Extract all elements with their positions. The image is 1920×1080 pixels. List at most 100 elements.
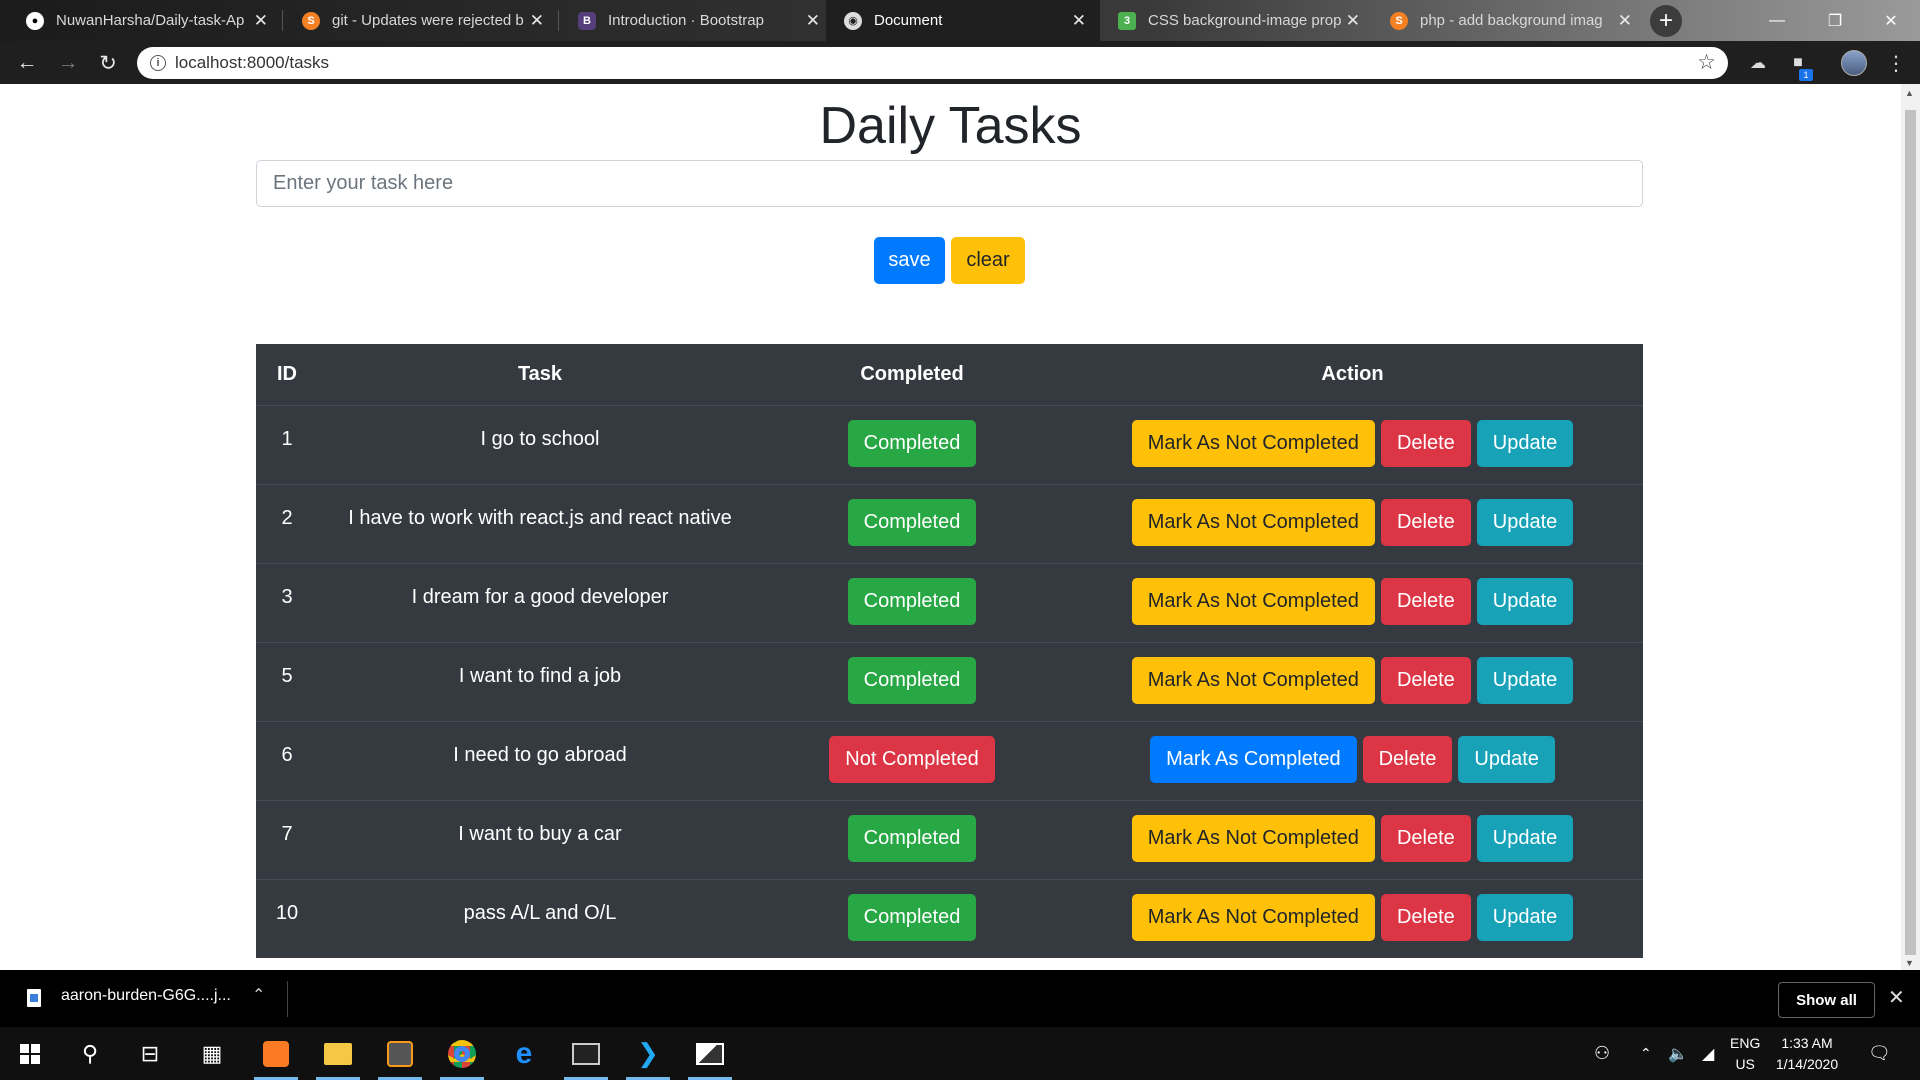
clear-button[interactable]: clear — [951, 237, 1025, 284]
delete-button[interactable]: Delete — [1380, 419, 1471, 467]
tab-title: git - Updates were rejected b — [332, 12, 524, 29]
mark-not-completed-button[interactable]: Mark As Not Completed — [1131, 419, 1375, 467]
scroll-up-icon[interactable]: ▲ — [1905, 88, 1914, 98]
status-completed-button[interactable]: Completed — [847, 893, 977, 941]
shelf-divider — [287, 981, 288, 1017]
table-row: 3 I dream for a good developer Completed… — [256, 562, 1643, 642]
sublime-text-icon[interactable] — [372, 1027, 428, 1080]
close-icon[interactable]: ✕ — [530, 11, 544, 31]
update-button[interactable]: Update — [1476, 419, 1574, 467]
window-close-button[interactable]: ✕ — [1862, 0, 1920, 41]
save-button[interactable]: save — [874, 237, 945, 284]
file-explorer-icon[interactable] — [310, 1027, 366, 1080]
new-tab-button[interactable]: + — [1650, 5, 1682, 37]
delete-button[interactable]: Delete — [1380, 893, 1471, 941]
xampp-icon[interactable] — [248, 1027, 304, 1080]
photos-icon[interactable] — [682, 1027, 738, 1080]
update-button[interactable]: Update — [1476, 893, 1574, 941]
bootstrap-icon: B — [578, 11, 596, 30]
task-id: 10 — [256, 878, 318, 958]
page-scrollbar[interactable]: ▲ ▼ — [1901, 84, 1920, 970]
show-all-button[interactable]: Show all — [1778, 982, 1875, 1018]
table-row: 5 I want to find a job Completed Mark As… — [256, 641, 1643, 721]
minimize-button[interactable]: — — [1748, 0, 1806, 41]
update-button[interactable]: Update — [1476, 814, 1574, 862]
address-bar[interactable]: i localhost:8000/tasks ☆ — [137, 47, 1728, 79]
bookmark-star-icon[interactable]: ☆ — [1697, 50, 1716, 75]
status-completed-button[interactable]: Completed — [847, 814, 977, 862]
delete-button[interactable]: Delete — [1380, 498, 1471, 546]
tab-document[interactable]: ◉ Document ✕ — [826, 0, 1100, 41]
w3schools-icon: 3 — [1118, 11, 1136, 30]
mark-not-completed-button[interactable]: Mark As Not Completed — [1131, 893, 1375, 941]
reload-icon[interactable]: ↻ — [94, 49, 122, 77]
close-icon[interactable]: ✕ — [254, 11, 268, 31]
delete-button[interactable]: Delete — [1380, 656, 1471, 704]
scrollbar-thumb[interactable] — [1905, 110, 1916, 955]
menu-kebab-icon[interactable]: ⋮ — [1884, 51, 1908, 75]
delete-button[interactable]: Delete — [1362, 735, 1453, 783]
mark-completed-button[interactable]: Mark As Completed — [1150, 735, 1357, 783]
tab-github[interactable]: ● NuwanHarsha/Daily-task-Ap ✕ — [8, 0, 282, 41]
update-button[interactable]: Update — [1476, 656, 1574, 704]
mark-not-completed-button[interactable]: Mark As Not Completed — [1131, 577, 1375, 625]
update-button[interactable]: Update — [1476, 577, 1574, 625]
task-input[interactable] — [256, 160, 1643, 207]
chevron-up-icon[interactable]: ⌃ — [1640, 1027, 1652, 1080]
close-icon[interactable]: ✕ — [1072, 11, 1086, 31]
github-icon: ● — [26, 11, 44, 30]
table-row: 7 I want to buy a car Completed Mark As … — [256, 799, 1643, 879]
volume-icon[interactable]: 🔈 — [1668, 1027, 1688, 1080]
network-icon[interactable]: ◢ — [1702, 1027, 1714, 1080]
forward-arrow-icon[interactable]: → — [54, 49, 82, 77]
system-clock[interactable]: 1:33 AM 1/14/2020 — [1772, 1033, 1842, 1075]
update-button[interactable]: Update — [1476, 498, 1574, 546]
chrome-icon[interactable] — [434, 1027, 490, 1080]
windows-start-icon[interactable] — [2, 1027, 58, 1080]
delete-button[interactable]: Delete — [1380, 814, 1471, 862]
status-completed-button[interactable]: Completed — [847, 577, 977, 625]
status-completed-button[interactable]: Completed — [847, 656, 977, 704]
table-row: 2 I have to work with react.js and react… — [256, 483, 1643, 563]
tab-stackoverflow-php[interactable]: S php - add background imag ✕ — [1372, 0, 1646, 41]
table-row: 1 I go to school Completed Mark As Not C… — [256, 404, 1643, 484]
mark-not-completed-button[interactable]: Mark As Not Completed — [1131, 814, 1375, 862]
notification-icon[interactable]: 🗨 — [1868, 1027, 1891, 1080]
delete-button[interactable]: Delete — [1380, 577, 1471, 625]
scroll-down-icon[interactable]: ▼ — [1905, 958, 1914, 968]
update-button[interactable]: Update — [1458, 735, 1555, 783]
people-icon[interactable]: ⚇ — [1594, 1027, 1610, 1080]
language-indicator[interactable]: ENG US — [1730, 1033, 1760, 1075]
clock-time: 1:33 AM — [1781, 1035, 1833, 1051]
tab-stackoverflow-git[interactable]: S git - Updates were rejected b ✕ — [284, 0, 558, 41]
tab-w3schools[interactable]: 3 CSS background-image prop ✕ — [1100, 0, 1374, 41]
tab-bootstrap[interactable]: B Introduction · Bootstrap ✕ — [560, 0, 834, 41]
stackoverflow-icon: S — [302, 11, 320, 30]
download-file-name[interactable]: aaron-burden-G6G....j... — [61, 987, 231, 1005]
back-arrow-icon[interactable]: ← — [13, 49, 41, 77]
status-not-completed-button[interactable]: Not Completed — [829, 735, 995, 783]
film-app-icon[interactable]: ▦ — [184, 1027, 240, 1080]
close-icon[interactable]: ✕ — [1346, 11, 1360, 31]
close-icon[interactable]: ✕ — [1888, 985, 1905, 1010]
close-icon[interactable]: ✕ — [1618, 11, 1632, 31]
mark-not-completed-button[interactable]: Mark As Not Completed — [1131, 656, 1375, 704]
status-completed-button[interactable]: Completed — [847, 498, 977, 546]
task-id: 2 — [256, 483, 318, 563]
task-id: 7 — [256, 799, 318, 879]
restore-button[interactable]: ❐ — [1806, 0, 1864, 41]
status-completed-button[interactable]: Completed — [847, 419, 977, 467]
mark-not-completed-button[interactable]: Mark As Not Completed — [1131, 498, 1375, 546]
edge-icon[interactable]: e — [496, 1027, 552, 1080]
extension-icon[interactable]: ☁ — [1746, 51, 1770, 75]
terminal-icon[interactable] — [558, 1027, 614, 1080]
info-icon[interactable]: i — [150, 55, 166, 71]
task-view-icon[interactable]: ⊟ — [122, 1027, 178, 1080]
chevron-up-icon[interactable]: ⌃ — [252, 985, 265, 1005]
header-completed: Completed — [762, 344, 1062, 406]
search-icon[interactable]: ⚲ — [62, 1027, 118, 1080]
profile-avatar[interactable] — [1841, 50, 1867, 76]
vscode-icon[interactable]: ❯ — [620, 1027, 676, 1080]
close-icon[interactable]: ✕ — [806, 11, 820, 31]
tab-divider — [282, 10, 283, 31]
